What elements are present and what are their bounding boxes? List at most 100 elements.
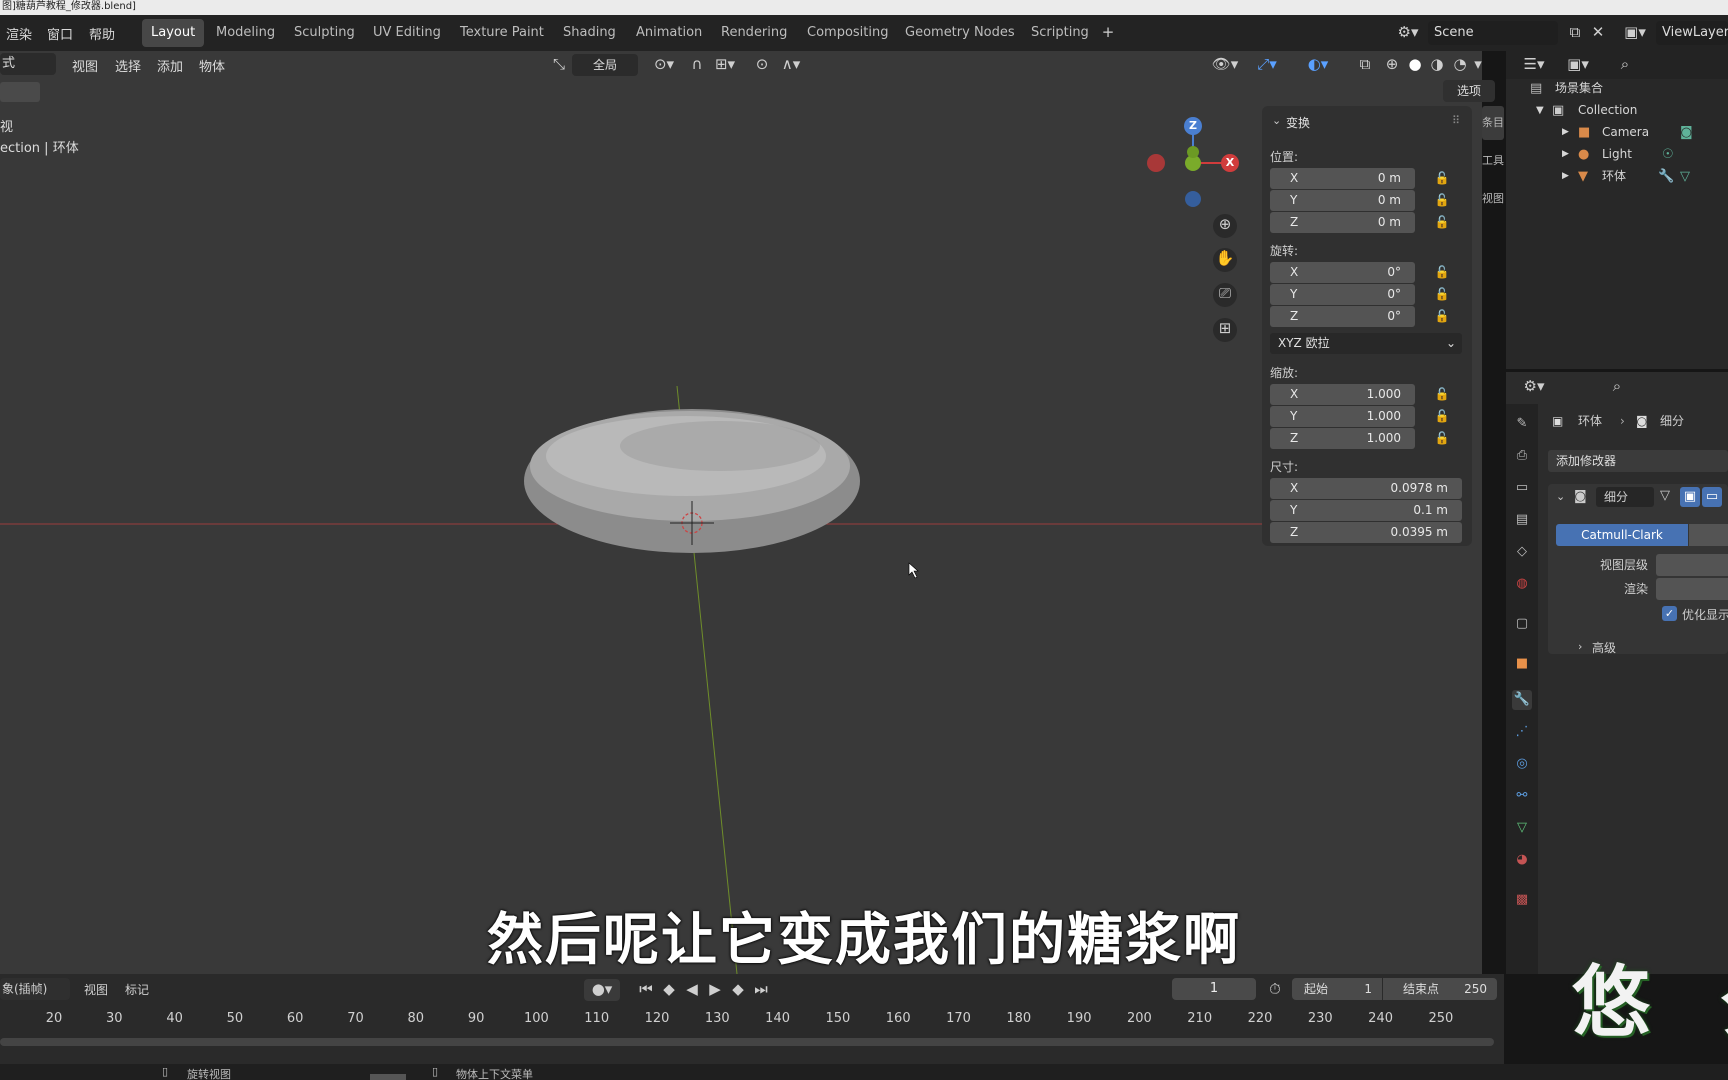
tab-shading[interactable]: Shading bbox=[554, 19, 625, 47]
next-keyframe-icon[interactable]: ◆ bbox=[727, 979, 749, 1001]
particles-tab-icon[interactable]: ⋰ bbox=[1512, 722, 1532, 742]
object-tab-icon[interactable]: ■ bbox=[1512, 654, 1532, 674]
gizmo-x-axis[interactable]: X bbox=[1221, 154, 1239, 172]
scale-y-field[interactable]: Y 1.000 bbox=[1270, 406, 1415, 427]
scene-collection-row[interactable]: ▤ 场景集合 bbox=[1506, 78, 1728, 99]
optimal-display-checkbox[interactable]: ✓ bbox=[1662, 606, 1677, 621]
navigation-gizmo[interactable]: Z X bbox=[1140, 112, 1250, 212]
pan-hand-icon[interactable]: ✋ bbox=[1213, 248, 1237, 272]
snap-icon[interactable]: ∩ bbox=[686, 54, 708, 76]
dimension-y-field[interactable]: Y 0.1 m bbox=[1270, 500, 1462, 521]
lock-icon[interactable]: 🔓 bbox=[1434, 215, 1450, 229]
perspective-grid-icon[interactable]: ⊞ bbox=[1213, 318, 1237, 342]
scale-x-field[interactable]: X 1.000 bbox=[1270, 384, 1415, 405]
scene-field[interactable]: Scene bbox=[1428, 21, 1558, 45]
solid-shading-icon[interactable]: ● bbox=[1404, 54, 1426, 76]
stopwatch-icon[interactable]: ⏱ bbox=[1264, 979, 1286, 1001]
timeline-scrollbar[interactable] bbox=[0, 1038, 1494, 1046]
snap-target-icon[interactable]: ⊞▾ bbox=[710, 54, 740, 76]
rotation-x-field[interactable]: X 0° bbox=[1270, 262, 1415, 283]
tab-sculpting[interactable]: Sculpting bbox=[285, 19, 364, 47]
jump-start-icon[interactable]: ⏮ bbox=[635, 979, 657, 1001]
menu-view[interactable]: 视图 bbox=[72, 56, 98, 75]
tab-animation[interactable]: Animation bbox=[627, 19, 711, 47]
editor-type-icon[interactable]: ☰▾ bbox=[1518, 54, 1550, 76]
outliner-item-torus[interactable]: ▶ ▼ 环体 🔧 ▽ bbox=[1506, 166, 1728, 187]
properties-editor-type-icon[interactable]: ⚙▾ bbox=[1518, 376, 1550, 398]
lock-icon[interactable]: 🔓 bbox=[1434, 193, 1450, 207]
viewport-display-toggle-icon[interactable]: ▣ bbox=[1680, 487, 1700, 507]
wireframe-shading-icon[interactable]: ⊕ bbox=[1381, 54, 1403, 76]
tab-rendering[interactable]: Rendering bbox=[712, 19, 796, 47]
rendered-shading-icon[interactable]: ◔ bbox=[1449, 54, 1471, 76]
pivot-point-icon[interactable]: ⊙▾ bbox=[648, 54, 680, 76]
menu-help[interactable]: 帮助 bbox=[89, 24, 115, 43]
tab-modeling[interactable]: Modeling bbox=[207, 19, 284, 47]
gizmo-toggle-icon[interactable]: ⤢▾ bbox=[1250, 54, 1284, 76]
dimension-z-field[interactable]: Z 0.0395 m bbox=[1270, 522, 1462, 543]
properties-search-icon[interactable]: ⌕ bbox=[1606, 376, 1628, 398]
xray-icon[interactable]: ⧉ bbox=[1354, 54, 1376, 76]
record-icon[interactable]: ●▾ bbox=[584, 979, 620, 1001]
3d-viewport[interactable] bbox=[0, 51, 1482, 974]
sidebar-tab-tool[interactable]: 工具 bbox=[1482, 144, 1504, 178]
lock-icon[interactable]: 🔓 bbox=[1434, 387, 1450, 401]
end-frame-field[interactable]: 结束点 250 bbox=[1383, 978, 1497, 1000]
prev-keyframe-icon[interactable]: ◆ bbox=[658, 979, 680, 1001]
viewlayer-icon[interactable]: ▣▾ bbox=[1620, 22, 1650, 44]
view-layer-tab-icon[interactable]: ▤ bbox=[1512, 510, 1532, 530]
tab-compositing[interactable]: Compositing bbox=[798, 19, 898, 47]
scene-selector-icon[interactable]: ⚙▾ bbox=[1393, 22, 1423, 44]
simple-button[interactable] bbox=[1689, 524, 1728, 546]
camera-view-icon[interactable]: ⎚ bbox=[1213, 283, 1237, 307]
add-modifier-button[interactable]: 添加修改器 bbox=[1548, 450, 1728, 472]
sidebar-tab-item[interactable]: 条目 bbox=[1482, 106, 1504, 140]
physics-tab-icon[interactable]: ◎ bbox=[1512, 754, 1532, 774]
add-workspace-icon[interactable]: + bbox=[1097, 22, 1119, 44]
tab-scripting[interactable]: Scripting bbox=[1022, 19, 1098, 47]
edit-mode-toggle-icon[interactable]: ▽ bbox=[1660, 488, 1670, 503]
menu-add[interactable]: 添加 bbox=[157, 56, 183, 75]
menu-window[interactable]: 窗口 bbox=[47, 24, 73, 43]
collection-row[interactable]: ▼ ▣ Collection bbox=[1506, 100, 1728, 121]
tab-uv-editing[interactable]: UV Editing bbox=[364, 19, 450, 47]
menu-select[interactable]: 选择 bbox=[115, 56, 141, 75]
jump-end-icon[interactable]: ⏭ bbox=[750, 979, 772, 1001]
rotation-z-field[interactable]: Z 0° bbox=[1270, 306, 1415, 327]
menu-render[interactable]: 渲染 bbox=[6, 24, 32, 43]
lock-icon[interactable]: 🔓 bbox=[1434, 287, 1450, 301]
scale-z-field[interactable]: Z 1.000 bbox=[1270, 428, 1415, 449]
outliner-item-light[interactable]: ▶ ● Light ☉ bbox=[1506, 144, 1728, 165]
location-y-field[interactable]: Y0 m bbox=[1270, 190, 1415, 211]
mode-selector[interactable]: 式 bbox=[0, 53, 56, 75]
select-mode-toggle[interactable] bbox=[0, 82, 40, 102]
proportional-edit-icon[interactable]: ⊙ bbox=[751, 54, 773, 76]
modifier-tab-icon[interactable]: 🔧 bbox=[1512, 690, 1532, 710]
play-icon[interactable]: ▶ bbox=[704, 979, 726, 1001]
display-mode-icon[interactable]: ▣▾ bbox=[1562, 54, 1594, 76]
panel-collapse-icon[interactable]: ⌄ bbox=[1272, 114, 1281, 127]
world-tab-icon[interactable]: ◍ bbox=[1512, 574, 1532, 594]
material-tab-icon[interactable]: ◕ bbox=[1512, 850, 1532, 870]
viewlayer-field[interactable]: ViewLayer bbox=[1656, 21, 1728, 45]
play-reverse-icon[interactable]: ◀ bbox=[681, 979, 703, 1001]
visibility-icon[interactable]: 👁▾ bbox=[1208, 54, 1242, 76]
zoom-icon[interactable]: ⊕ bbox=[1213, 214, 1237, 238]
transform-orientation-dropdown[interactable]: 全局 bbox=[572, 54, 638, 76]
render-tab-icon[interactable]: ⎙ bbox=[1512, 446, 1532, 466]
tab-geometry-nodes[interactable]: Geometry Nodes bbox=[896, 19, 1024, 47]
lock-icon[interactable]: 🔓 bbox=[1434, 409, 1450, 423]
sidebar-tab-view[interactable]: 视图 bbox=[1482, 182, 1504, 216]
rotation-y-field[interactable]: Y 0° bbox=[1270, 284, 1415, 305]
location-x-field[interactable]: X0 m bbox=[1270, 168, 1415, 189]
current-frame-field[interactable]: 1 bbox=[1172, 978, 1256, 1000]
dimension-x-field[interactable]: X 0.0978 m bbox=[1270, 478, 1462, 499]
outliner-item-camera[interactable]: ▶ ■ Camera ◙ bbox=[1506, 122, 1728, 143]
advanced-expand-icon[interactable]: › bbox=[1578, 640, 1582, 653]
output-tab-icon[interactable]: ▭ bbox=[1512, 478, 1532, 498]
lock-icon[interactable]: 🔓 bbox=[1434, 431, 1450, 445]
render-toggle-icon[interactable]: ▭ bbox=[1702, 487, 1722, 507]
panel-drag-icon[interactable]: ⠿ bbox=[1452, 114, 1460, 127]
menu-object[interactable]: 物体 bbox=[199, 56, 225, 75]
modifier-name-field[interactable]: 细分 bbox=[1596, 487, 1654, 507]
